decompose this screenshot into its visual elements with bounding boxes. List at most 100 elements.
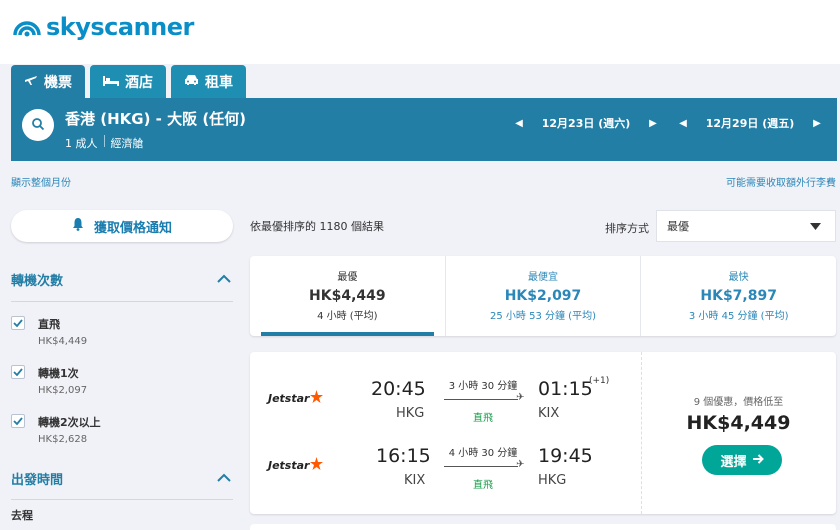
select-flight-button[interactable]: 選擇 xyxy=(702,445,782,475)
arrive-time: 01:15 xyxy=(538,378,593,400)
airline-name: Jetstar xyxy=(268,458,310,472)
next-depart-date-icon[interactable]: ▶ xyxy=(645,118,661,129)
plane-icon xyxy=(24,74,38,90)
stops-filter-header[interactable]: 轉機次數 xyxy=(11,270,233,289)
filter-panel: 獲取價格通知 轉機次數 直飛 HK$4,449 轉機1次 HK$2,097 轉機… xyxy=(11,210,233,523)
search-button[interactable] xyxy=(22,109,54,141)
chevron-up-icon xyxy=(217,471,231,486)
passenger-cabin[interactable]: 1 成人 經濟艙 xyxy=(65,135,144,151)
departure-time-filter-header[interactable]: 出發時間 xyxy=(11,469,233,488)
skyscanner-logo[interactable]: skyscanner xyxy=(12,13,194,41)
sort-tab-price: HK$4,449 xyxy=(309,288,386,304)
sort-tab-duration: 4 小時 (平均) xyxy=(317,311,378,322)
stop-option-one-stop[interactable]: 轉機1次 HK$2,097 xyxy=(11,361,233,410)
depart-time: 16:15 xyxy=(376,445,431,467)
chevron-up-icon xyxy=(217,272,231,287)
jetstar-star-icon xyxy=(310,457,324,473)
jetstar-star-icon xyxy=(310,390,324,406)
arrive-day-offset: (+1) xyxy=(589,376,610,386)
depart-date[interactable]: 12月23日 (週六) xyxy=(527,115,645,131)
plane-icon: ✈ xyxy=(516,392,525,403)
stop-option-price: HK$2,628 xyxy=(38,434,88,445)
select-label: 選擇 xyxy=(720,454,747,470)
stop-option-price: HK$4,449 xyxy=(38,336,88,347)
flight-duration: 3 小時 30 分鐘 xyxy=(448,381,518,392)
price-alert-label: 獲取價格通知 xyxy=(93,220,172,236)
bell-icon xyxy=(72,217,84,235)
deals-count: 9 個優惠，價格低至 xyxy=(693,397,784,408)
prev-return-date-icon[interactable]: ◀ xyxy=(675,118,691,129)
depart-time: 20:45 xyxy=(371,378,426,400)
outbound-label: 去程 xyxy=(11,509,33,522)
next-return-date-icon[interactable]: ▶ xyxy=(809,118,825,129)
return-date-picker: ◀ 12月29日 (週五) ▶ xyxy=(675,115,825,131)
bed-icon xyxy=(103,74,119,90)
stop-option-two-plus[interactable]: 轉機2次以上 HK$2,628 xyxy=(11,410,233,459)
divider xyxy=(103,135,105,147)
checkbox[interactable] xyxy=(11,316,25,330)
sun-logo-icon xyxy=(12,13,42,41)
checkbox[interactable] xyxy=(11,414,25,428)
tab-label: 酒店 xyxy=(125,74,153,91)
inbound-leg: Jetstar 16:15 KIX 4 小時 30 分鐘 ✈ 直飛 19:45 … xyxy=(250,433,641,499)
search-icon xyxy=(31,116,45,135)
product-tabs: 機票 酒店 租車 xyxy=(11,65,246,98)
outbound-leg: Jetstar 20:45 HKG 3 小時 30 分鐘 ✈ 直飛 01:15 … xyxy=(250,366,641,432)
airline-name: Jetstar xyxy=(268,391,310,405)
sort-select[interactable]: 最優 xyxy=(656,210,836,242)
sort-tab-label: 最便宜 xyxy=(528,272,558,283)
flight-result-card[interactable]: Jetstar 20:45 HKG 3 小時 30 分鐘 ✈ 直飛 01:15 … xyxy=(250,352,836,514)
tab-label: 機票 xyxy=(44,74,72,91)
sort-tab-duration: 25 小時 53 分鐘 (平均) xyxy=(490,311,596,322)
sort-tab-price: HK$2,097 xyxy=(504,288,582,304)
stop-option-label: 轉機1次 xyxy=(38,367,79,380)
show-whole-month-link[interactable]: 顯示整個月份 xyxy=(11,174,71,189)
depart-date-picker: ◀ 12月23日 (週六) ▶ xyxy=(511,115,661,131)
sort-label: 排序方式 xyxy=(605,222,649,235)
depart-airport: KIX xyxy=(404,473,426,488)
tab-label: 租車 xyxy=(205,74,233,91)
passenger-count: 1 成人 xyxy=(65,137,98,150)
tab-car-hire[interactable]: 租車 xyxy=(171,65,246,98)
flight-price: HK$4,449 xyxy=(686,412,791,434)
sort-tab-cheapest[interactable]: 最便宜 HK$2,097 25 小時 53 分鐘 (平均) xyxy=(444,256,641,336)
sort-tab-label: 最優 xyxy=(337,272,358,283)
search-summary-bar[interactable]: 香港 (HKG) - 大阪 (任何) 1 成人 經濟艙 ◀ 12月23日 (週六… xyxy=(11,98,837,161)
selected-indicator xyxy=(261,332,434,336)
baggage-fee-link[interactable]: 可能需要收取額外行李費 xyxy=(726,174,836,189)
stop-option-price: HK$2,097 xyxy=(38,385,88,396)
plane-icon: ✈ xyxy=(516,459,525,470)
depart-airport: HKG xyxy=(396,406,425,421)
stop-option-label: 轉機2次以上 xyxy=(38,416,101,429)
arrive-airport: HKG xyxy=(538,473,567,488)
departure-time-title: 出發時間 xyxy=(11,473,64,488)
route-text[interactable]: 香港 (HKG) - 大阪 (任何) xyxy=(65,108,246,129)
cabin-class: 經濟艙 xyxy=(110,137,144,150)
arrive-time: 19:45 xyxy=(538,445,593,467)
sort-tab-duration: 3 小時 45 分鐘 (平均) xyxy=(688,311,789,322)
car-icon xyxy=(184,74,199,90)
airline-logo: Jetstar xyxy=(268,457,324,473)
tab-hotels[interactable]: 酒店 xyxy=(90,65,166,98)
checkbox[interactable] xyxy=(11,365,25,379)
sort-tab-price: HK$7,897 xyxy=(700,288,777,304)
sort-tab-fastest[interactable]: 最快 HK$7,897 3 小時 45 分鐘 (平均) xyxy=(640,256,836,336)
sort-tab-best[interactable]: 最優 HK$4,449 4 小時 (平均) xyxy=(250,256,445,336)
tab-flights[interactable]: 機票 xyxy=(11,65,85,98)
stops-label: 直飛 xyxy=(473,413,493,424)
price-alert-button[interactable]: 獲取價格通知 xyxy=(11,210,233,242)
brand-name: skyscanner xyxy=(46,13,194,41)
prev-depart-date-icon[interactable]: ◀ xyxy=(511,118,527,129)
sort-tabs: 最優 HK$4,449 4 小時 (平均) 最便宜 HK$2,097 25 小時… xyxy=(250,256,836,336)
arrive-airport: KIX xyxy=(538,406,560,421)
stop-option-direct[interactable]: 直飛 HK$4,449 xyxy=(11,312,233,361)
route-line xyxy=(444,399,518,400)
result-count: 依最優排序的 1180 個結果 xyxy=(250,220,384,233)
airline-logo: Jetstar xyxy=(268,390,324,406)
sort-tab-label: 最快 xyxy=(728,272,749,283)
stops-filter-title: 轉機次數 xyxy=(11,274,64,289)
next-result-card[interactable] xyxy=(250,524,836,530)
return-date[interactable]: 12月29日 (週五) xyxy=(691,115,809,131)
route-line xyxy=(444,466,518,467)
stop-option-label: 直飛 xyxy=(38,318,60,331)
